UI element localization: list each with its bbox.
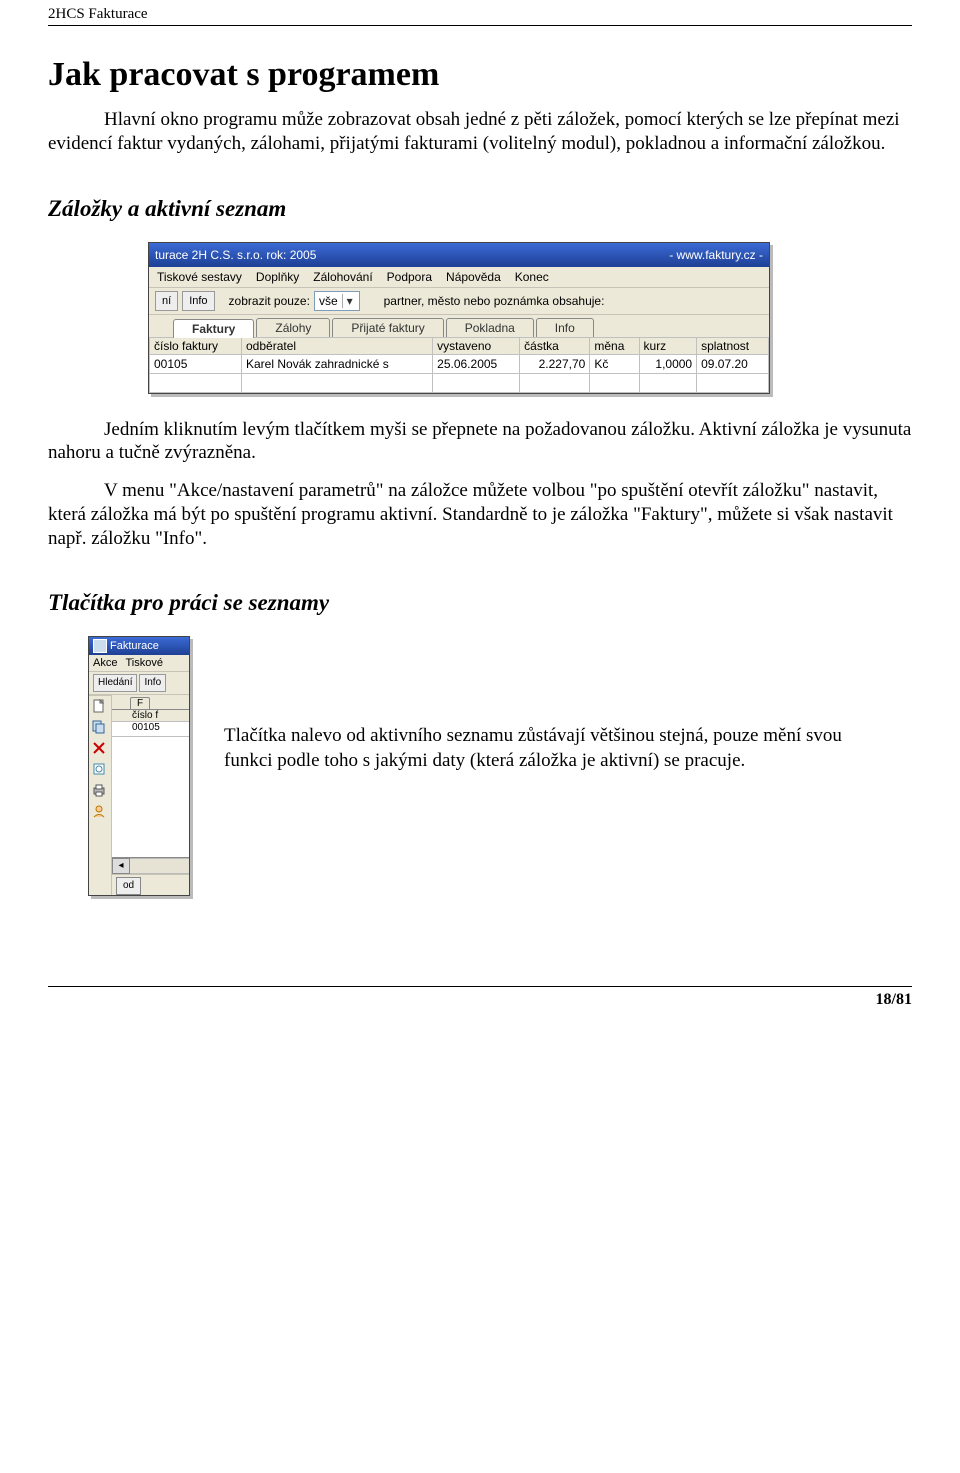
delete-icon[interactable] [92,741,106,755]
doc-header: 2HCS Fakturace [48,0,912,25]
scrollbar[interactable]: ◂ [112,857,189,874]
copy-icon[interactable] [92,720,106,734]
table-row-empty [150,373,769,392]
menu-doplnky[interactable]: Doplňky [256,270,299,284]
col-odberatel[interactable]: odběratel [242,337,433,354]
label-partner-filter: partner, město nebo poznámka obsahuje: [384,294,605,308]
tab-info[interactable]: Info [536,318,594,337]
cell-vystaveno: 25.06.2005 [433,354,520,373]
menu-podpora[interactable]: Podpora [387,270,432,284]
menu-zalohovani[interactable]: Zálohování [313,270,372,284]
filter-combo[interactable]: vše ▾ [314,291,360,311]
titlebar-left: turace 2H C.S. s.r.o. rok: 2005 [155,245,316,265]
toolbar-btn-ni[interactable]: ní [155,291,178,311]
cell-castka: 2.227,70 [520,354,590,373]
screenshot-toolbar: Fakturace Akce Tiskové Hledání Info [88,636,190,896]
menu-konec[interactable]: Konec [515,270,549,284]
cell-splatnost: 09.07.20 [697,354,769,373]
chevron-down-icon: ▾ [342,294,357,308]
toolbar-small: Hledání Info [89,672,189,695]
scroll-left-icon[interactable]: ◂ [112,858,130,874]
btn-info[interactable]: Info [139,674,166,692]
section-tabs-heading: Záložky a aktivní seznam [48,196,912,222]
cell-small[interactable]: 00105 [112,722,189,737]
menu-tiskove[interactable]: Tiskové sestavy [157,270,242,284]
tab-pokladna[interactable]: Pokladna [446,318,534,337]
preview-icon[interactable] [92,762,106,776]
page-title: Jak pracovat s programem [48,56,912,94]
toolbar: ní Info zobrazit pouze: vše ▾ partner, m… [149,288,769,315]
tab-prijate[interactable]: Přijaté faktury [332,318,443,337]
tabstrip: Faktury Zálohy Přijaté faktury Pokladna … [149,315,769,337]
icon-column [89,695,112,895]
titlebar-right: - www.faktury.cz - [669,245,763,265]
col-vystaveno[interactable]: vystaveno [433,337,520,354]
menu-napoveda[interactable]: Nápověda [446,270,501,284]
app-window: turace 2H C.S. s.r.o. rok: 2005 - www.fa… [148,242,770,394]
tab-faktury[interactable]: Faktury [173,319,254,338]
print-icon[interactable] [92,783,106,797]
col-cislo[interactable]: číslo faktury [150,337,242,354]
data-grid: číslo faktury odběratel vystaveno částka… [149,337,769,393]
col-mena[interactable]: měna [590,337,639,354]
intro-paragraph: Hlavní okno programu může zobrazovat obs… [48,108,912,156]
col-kurz[interactable]: kurz [639,337,697,354]
col-castka[interactable]: částka [520,337,590,354]
toolbar-btn-info[interactable]: Info [182,291,214,311]
header-rule [48,25,912,26]
screenshot-tabs: turace 2H C.S. s.r.o. rok: 2005 - www.fa… [148,242,912,394]
btn-od[interactable]: od [116,877,141,895]
menu-akce[interactable]: Akce [93,657,117,669]
label-zobrazit: zobrazit pouze: [229,294,310,308]
titlebar-small-text: Fakturace [110,637,159,655]
cell-cislo: 00105 [150,354,242,373]
new-icon[interactable] [92,699,106,713]
menubar: Tiskové sestavy Doplňky Zálohování Podpo… [149,267,769,288]
col-splatnost[interactable]: splatnost [697,337,769,354]
col-header-small[interactable]: číslo f [112,709,189,722]
para-settings: V menu "Akce/nastavení parametrů" na zál… [48,479,912,550]
section-buttons-heading: Tlačítka pro práci se seznamy [48,590,912,616]
tab-zalohy[interactable]: Zálohy [256,318,330,337]
titlebar: turace 2H C.S. s.r.o. rok: 2005 - www.fa… [149,243,769,267]
filter-combo-value: vše [319,294,338,308]
cell-odberatel: Karel Novák zahradnické s [242,354,433,373]
app-icon [93,639,107,653]
cell-mena: Kč [590,354,639,373]
tab-f[interactable]: F [130,697,150,709]
page-number: 18/81 [48,986,912,1019]
table-row[interactable]: 00105 Karel Novák zahradnické s 25.06.20… [150,354,769,373]
btn-hledani[interactable]: Hledání [93,674,137,692]
titlebar-small: Fakturace [89,637,189,655]
para-buttons: Tlačítka nalevo od aktivního seznamu zůs… [224,636,864,896]
para-click: Jedním kliknutím levým tlačítkem myši se… [48,418,912,466]
cell-kurz: 1,0000 [639,354,697,373]
partner-icon[interactable] [92,804,106,818]
menubar-small: Akce Tiskové [89,655,189,672]
menu-tiskove-2[interactable]: Tiskové [125,657,163,669]
